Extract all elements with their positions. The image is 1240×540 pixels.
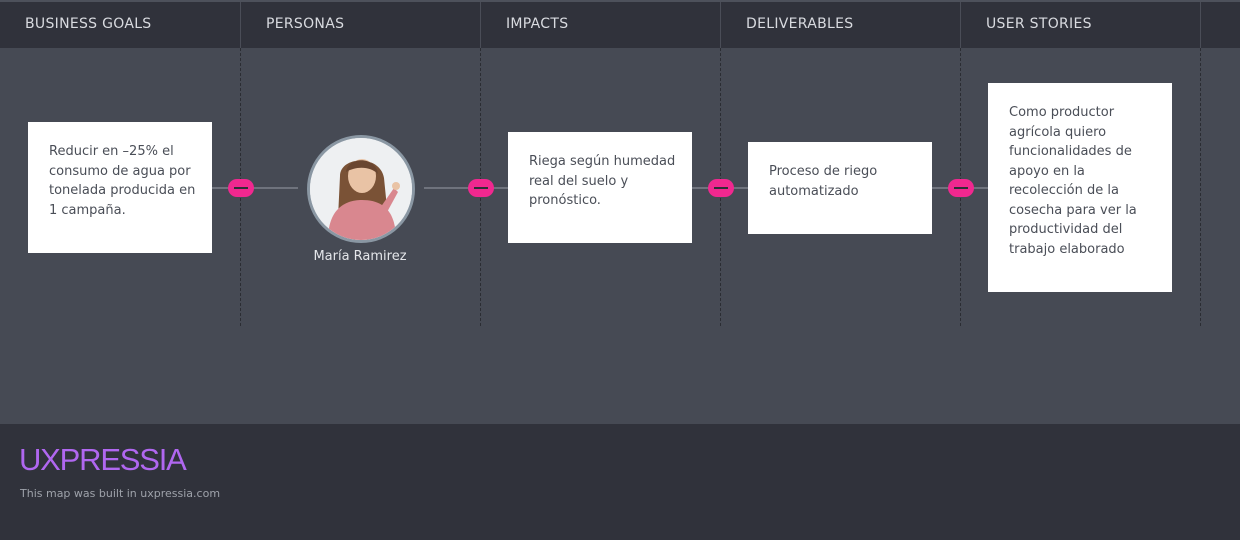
business-goal-text: Reducir en –25% el consumo de agua por t… — [49, 144, 196, 218]
connector-line — [424, 187, 508, 189]
collapse-toggle-icon[interactable] — [708, 179, 734, 197]
user-story-text: Como productor agrícola quiero funcional… — [1009, 105, 1137, 257]
persona-avatar[interactable] — [307, 135, 415, 243]
deliverable-card[interactable]: Proceso de riego automatizado — [748, 142, 932, 234]
collapse-toggle-icon[interactable] — [468, 179, 494, 197]
column-separator — [1200, 2, 1201, 48]
persona-photo — [310, 138, 412, 240]
uxpressia-logo[interactable]: UXPRESSIA — [19, 441, 187, 479]
user-story-card[interactable]: Como productor agrícola quiero funcional… — [988, 83, 1172, 292]
footer-credit: This map was built in uxpressia.com — [20, 487, 221, 500]
persona-name: María Ramirez — [313, 249, 407, 264]
collapse-toggle-icon[interactable] — [228, 179, 254, 197]
business-goal-card[interactable]: Reducir en –25% el consumo de agua por t… — [28, 122, 212, 253]
connector-line — [212, 187, 298, 189]
column-header-personas[interactable]: PERSONAS — [241, 2, 481, 48]
impact-text: Riega según humedad real del suelo y pro… — [529, 154, 676, 208]
column-header-user-stories[interactable]: USER STORIES — [961, 2, 1201, 48]
impact-card[interactable]: Riega según humedad real del suelo y pro… — [508, 132, 692, 243]
column-header-business-goals[interactable]: BUSINESS GOALS — [0, 2, 240, 48]
column-header-deliverables[interactable]: DELIVERABLES — [721, 2, 961, 48]
footer — [0, 424, 1240, 540]
column-header-impacts[interactable]: IMPACTS — [481, 2, 721, 48]
column-divider — [1200, 48, 1201, 326]
collapse-toggle-icon[interactable] — [948, 179, 974, 197]
deliverable-text: Proceso de riego automatizado — [769, 164, 878, 199]
